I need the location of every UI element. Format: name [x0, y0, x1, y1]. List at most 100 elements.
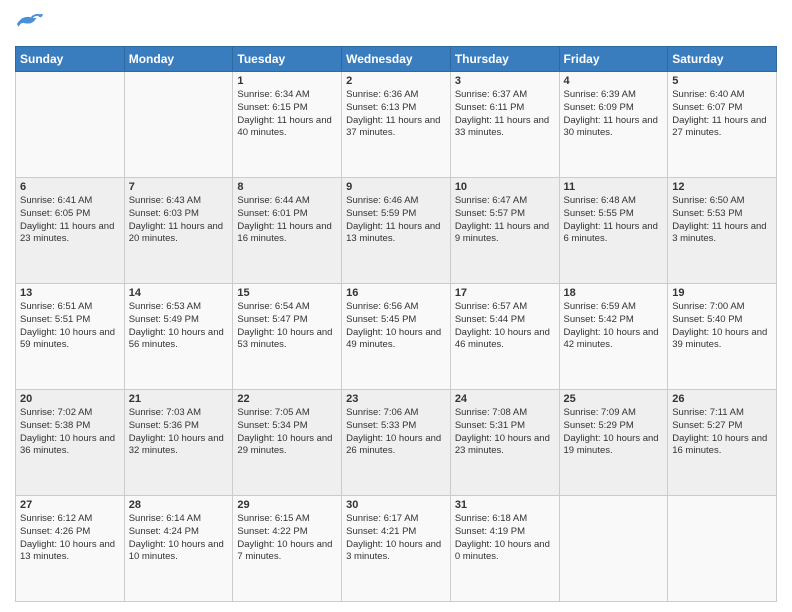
day-info: Sunrise: 6:12 AM Sunset: 4:26 PM Dayligh…	[20, 513, 120, 564]
day-cell: 21 Sunrise: 7:03 AM Sunset: 5:36 PM Dayli…	[124, 390, 233, 496]
day-cell: 1 Sunrise: 6:34 AM Sunset: 6:15 PM Daylig…	[233, 72, 342, 178]
day-info: Sunrise: 6:15 AM Sunset: 4:22 PM Dayligh…	[237, 513, 337, 564]
header-cell-tuesday: Tuesday	[233, 47, 342, 72]
calendar-body: 1 Sunrise: 6:34 AM Sunset: 6:15 PM Daylig…	[16, 72, 777, 602]
day-info: Sunrise: 6:36 AM Sunset: 6:13 PM Dayligh…	[346, 89, 446, 140]
week-row-4: 27 Sunrise: 6:12 AM Sunset: 4:26 PM Dayli…	[16, 496, 777, 602]
day-cell	[559, 496, 668, 602]
day-info: Sunrise: 6:34 AM Sunset: 6:15 PM Dayligh…	[237, 89, 337, 140]
header-cell-wednesday: Wednesday	[342, 47, 451, 72]
day-info: Sunrise: 6:59 AM Sunset: 5:42 PM Dayligh…	[564, 301, 664, 352]
day-cell: 30 Sunrise: 6:17 AM Sunset: 4:21 PM Dayli…	[342, 496, 451, 602]
day-info: Sunrise: 6:14 AM Sunset: 4:24 PM Dayligh…	[129, 513, 229, 564]
day-number: 4	[564, 75, 664, 87]
day-cell: 29Sunrise: 6:15 AM Sunset: 4:22 PM Dayli…	[233, 496, 342, 602]
day-cell: 2 Sunrise: 6:36 AM Sunset: 6:13 PM Daylig…	[342, 72, 451, 178]
day-cell: 27 Sunrise: 6:12 AM Sunset: 4:26 PM Dayli…	[16, 496, 125, 602]
day-cell: 14Sunrise: 6:53 AM Sunset: 5:49 PM Dayli…	[124, 284, 233, 390]
day-cell: 11 Sunrise: 6:48 AM Sunset: 5:55 PM Dayli…	[559, 178, 668, 284]
header-cell-saturday: Saturday	[668, 47, 777, 72]
day-info: Sunrise: 6:56 AM Sunset: 5:45 PM Dayligh…	[346, 301, 446, 352]
day-number: 3	[455, 75, 555, 87]
header-cell-sunday: Sunday	[16, 47, 125, 72]
logo	[15, 10, 47, 38]
day-number: 30	[346, 499, 446, 511]
logo-icon	[15, 10, 43, 38]
day-cell: 6 Sunrise: 6:41 AM Sunset: 6:05 PM Daylig…	[16, 178, 125, 284]
day-number: 31	[455, 499, 555, 511]
day-info: Sunrise: 6:18 AM Sunset: 4:19 PM Dayligh…	[455, 513, 555, 564]
day-info: Sunrise: 7:00 AM Sunset: 5:40 PM Dayligh…	[672, 301, 772, 352]
day-cell: 7Sunrise: 6:43 AM Sunset: 6:03 PM Daylig…	[124, 178, 233, 284]
day-cell: 4 Sunrise: 6:39 AM Sunset: 6:09 PM Daylig…	[559, 72, 668, 178]
day-cell: 20 Sunrise: 7:02 AM Sunset: 5:38 PM Dayli…	[16, 390, 125, 496]
day-info: Sunrise: 6:48 AM Sunset: 5:55 PM Dayligh…	[564, 195, 664, 246]
day-info: Sunrise: 6:50 AM Sunset: 5:53 PM Dayligh…	[672, 195, 772, 246]
day-number: 17	[455, 287, 555, 299]
day-info: Sunrise: 6:54 AM Sunset: 5:47 PM Dayligh…	[237, 301, 337, 352]
day-cell: 31 Sunrise: 6:18 AM Sunset: 4:19 PM Dayli…	[450, 496, 559, 602]
day-number: 16	[346, 287, 446, 299]
calendar-table: SundayMondayTuesdayWednesdayThursdayFrid…	[15, 46, 777, 602]
day-cell: 16 Sunrise: 6:56 AM Sunset: 5:45 PM Dayli…	[342, 284, 451, 390]
day-cell: 26 Sunrise: 7:11 AM Sunset: 5:27 PM Dayli…	[668, 390, 777, 496]
day-cell: 19Sunrise: 7:00 AM Sunset: 5:40 PM Dayli…	[668, 284, 777, 390]
day-info: Sunrise: 7:02 AM Sunset: 5:38 PM Dayligh…	[20, 407, 120, 458]
day-number: 2	[346, 75, 446, 87]
day-cell: 3 Sunrise: 6:37 AM Sunset: 6:11 PM Daylig…	[450, 72, 559, 178]
day-info: Sunrise: 6:53 AM Sunset: 5:49 PM Dayligh…	[129, 301, 229, 352]
day-number: 23	[346, 393, 446, 405]
day-number: 21	[129, 393, 229, 405]
day-number: 11	[564, 181, 664, 193]
day-number: 10	[455, 181, 555, 193]
day-info: Sunrise: 6:43 AM Sunset: 6:03 PM Dayligh…	[129, 195, 229, 246]
day-info: Sunrise: 6:39 AM Sunset: 6:09 PM Dayligh…	[564, 89, 664, 140]
day-cell	[668, 496, 777, 602]
day-cell: 17Sunrise: 6:57 AM Sunset: 5:44 PM Dayli…	[450, 284, 559, 390]
day-info: Sunrise: 6:46 AM Sunset: 5:59 PM Dayligh…	[346, 195, 446, 246]
day-info: Sunrise: 6:41 AM Sunset: 6:05 PM Dayligh…	[20, 195, 120, 246]
day-cell: 9 Sunrise: 6:46 AM Sunset: 5:59 PM Daylig…	[342, 178, 451, 284]
day-number: 6	[20, 181, 120, 193]
day-cell: 13 Sunrise: 6:51 AM Sunset: 5:51 PM Dayli…	[16, 284, 125, 390]
day-info: Sunrise: 7:03 AM Sunset: 5:36 PM Dayligh…	[129, 407, 229, 458]
day-info: Sunrise: 6:17 AM Sunset: 4:21 PM Dayligh…	[346, 513, 446, 564]
week-row-3: 20 Sunrise: 7:02 AM Sunset: 5:38 PM Dayli…	[16, 390, 777, 496]
day-number: 15	[237, 287, 337, 299]
day-number: 5	[672, 75, 772, 87]
day-cell: 10 Sunrise: 6:47 AM Sunset: 5:57 PM Dayli…	[450, 178, 559, 284]
day-info: Sunrise: 6:44 AM Sunset: 6:01 PM Dayligh…	[237, 195, 337, 246]
day-info: Sunrise: 6:51 AM Sunset: 5:51 PM Dayligh…	[20, 301, 120, 352]
day-info: Sunrise: 7:11 AM Sunset: 5:27 PM Dayligh…	[672, 407, 772, 458]
day-number: 9	[346, 181, 446, 193]
day-cell	[124, 72, 233, 178]
day-info: Sunrise: 7:08 AM Sunset: 5:31 PM Dayligh…	[455, 407, 555, 458]
day-info: Sunrise: 6:40 AM Sunset: 6:07 PM Dayligh…	[672, 89, 772, 140]
header-cell-thursday: Thursday	[450, 47, 559, 72]
header	[15, 10, 777, 38]
calendar-header: SundayMondayTuesdayWednesdayThursdayFrid…	[16, 47, 777, 72]
header-cell-monday: Monday	[124, 47, 233, 72]
day-cell: 25 Sunrise: 7:09 AM Sunset: 5:29 PM Dayli…	[559, 390, 668, 496]
header-cell-friday: Friday	[559, 47, 668, 72]
day-number: 1	[237, 75, 337, 87]
day-cell: 12 Sunrise: 6:50 AM Sunset: 5:53 PM Dayli…	[668, 178, 777, 284]
day-number: 28	[129, 499, 229, 511]
day-number: 13	[20, 287, 120, 299]
week-row-1: 6 Sunrise: 6:41 AM Sunset: 6:05 PM Daylig…	[16, 178, 777, 284]
day-number: 8	[237, 181, 337, 193]
day-number: 22	[237, 393, 337, 405]
day-number: 20	[20, 393, 120, 405]
day-cell: 22 Sunrise: 7:05 AM Sunset: 5:34 PM Dayli…	[233, 390, 342, 496]
day-number: 25	[564, 393, 664, 405]
day-info: Sunrise: 6:47 AM Sunset: 5:57 PM Dayligh…	[455, 195, 555, 246]
day-info: Sunrise: 7:09 AM Sunset: 5:29 PM Dayligh…	[564, 407, 664, 458]
day-info: Sunrise: 6:37 AM Sunset: 6:11 PM Dayligh…	[455, 89, 555, 140]
day-number: 12	[672, 181, 772, 193]
day-number: 24	[455, 393, 555, 405]
day-number: 27	[20, 499, 120, 511]
day-number: 26	[672, 393, 772, 405]
day-cell: 8 Sunrise: 6:44 AM Sunset: 6:01 PM Daylig…	[233, 178, 342, 284]
day-cell: 23Sunrise: 7:06 AM Sunset: 5:33 PM Dayli…	[342, 390, 451, 496]
day-info: Sunrise: 7:05 AM Sunset: 5:34 PM Dayligh…	[237, 407, 337, 458]
